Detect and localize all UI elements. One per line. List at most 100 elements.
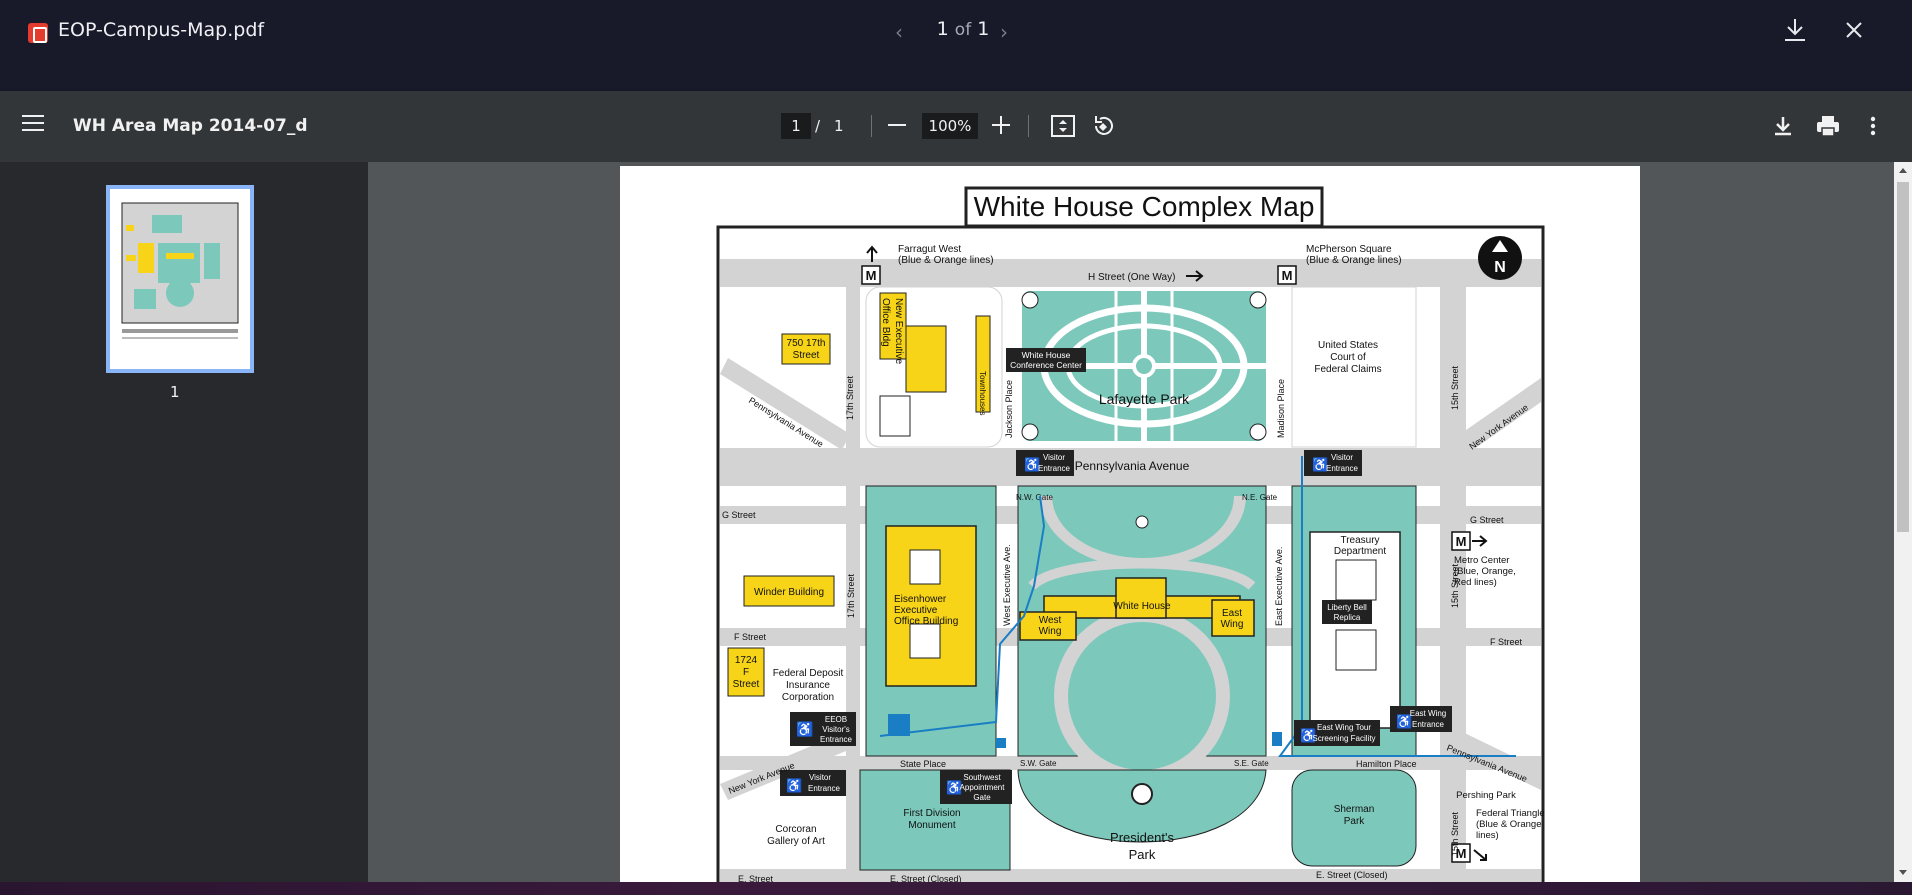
page-total: 1 [977,18,990,40]
whcc-label-b: Conference Center [1010,360,1082,370]
fit-page-icon[interactable] [1050,113,1076,139]
download-icon[interactable] [1770,113,1796,139]
se-gate-label: S.E. Gate [1234,759,1269,768]
west-wing-label-a: West [1039,615,1062,626]
winder-label: Winder Building [754,587,824,598]
st750-label-b: Street [793,350,820,361]
fdic-label-b: Insurance [786,680,830,691]
print-icon[interactable] [1815,113,1841,139]
court-label-a: United States [1318,340,1378,351]
fifteenth-label: 15th Street [1450,365,1460,410]
metro-m-label: M [1456,534,1467,549]
wheelchair-icon: ♿ [796,721,813,738]
white-house-label: White House [1113,601,1171,612]
download-icon[interactable] [1782,16,1808,44]
east-wing-label-b: Wing [1221,619,1244,630]
west-exec-label: West Executive Ave. [1002,544,1012,626]
fdic-label-c: Corporation [782,692,834,703]
page-indicator: 1 of 1 [888,18,1038,40]
scroll-up-icon[interactable] [1899,168,1907,173]
whcc-label-a: White House [1022,350,1071,360]
liberty-label-b: Replica [1334,613,1361,622]
seventeenth-label-2: 17th Street [846,573,856,618]
f-street-label: F Street [734,632,767,642]
file-name: EOP-Campus-Map.pdf [58,19,265,41]
map-title: White House Complex Map [974,191,1315,222]
thumbnail-label: 1 [170,383,180,401]
scroll-down-icon[interactable] [1899,870,1907,875]
court-label-b: Court of [1330,352,1366,363]
sw-appt-label-b: Appointment [960,783,1006,792]
entrance-label: Entrance [1326,464,1359,473]
sherman-label-a: Sherman [1334,804,1375,815]
first-div-label-b: Monument [908,820,955,831]
more-vert-icon[interactable] [1860,113,1886,139]
lafayette-park-label: Lafayette Park [1099,391,1190,407]
court-label-c: Federal Claims [1314,364,1381,375]
townhouses-label: Townhouses [978,371,987,415]
pdf-page: White House Complex Map Lafayette Park N… [620,166,1640,882]
east-wing-label-a: East [1222,608,1242,619]
eeob-label-b: Executive [894,605,938,616]
pershing-label: Pershing Park [1456,790,1516,801]
st750-label-a: 750 17th [787,338,826,349]
fifteenth-label-3: 15th Street [1450,811,1460,856]
g-street-label: G Street [722,510,756,520]
metro-center-label-c: Red lines) [1454,577,1497,588]
visitor-label: Visitor [1043,453,1065,462]
e-closed-label: E. Street (Closed) [890,874,962,882]
corcoran-label-a: Corcoran [775,824,816,835]
g-street-right-label: G Street [1470,515,1504,525]
madison-label: Madison Place [1276,379,1286,438]
scrollbar-thumb[interactable] [1897,182,1909,532]
pdf-toolbar: WH Area Map 2014-07_d 1 / 1 100% [0,91,1912,162]
page-separator: / [815,117,821,135]
page-count: 1 [834,117,844,135]
first-div-label-a: First Division [903,808,960,819]
wheelchair-icon: ♿ [786,778,802,793]
sw-gate-label: S.W. Gate [1020,759,1057,768]
metro-center-label-b: (Blue, Orange, [1454,566,1516,577]
ne-gate-label: N.E. Gate [1242,493,1278,502]
toolbar-divider [871,115,872,137]
seventeenth-label: 17th Street [845,375,855,420]
pdf-icon [28,23,48,43]
e-street-label: E. Street [738,874,774,882]
neob-label-a: New Executive [893,298,904,365]
page-number-input[interactable]: 1 [781,113,811,139]
h-street-label: H Street (One Way) [1088,272,1175,283]
sherman-label-b: Park [1344,816,1366,827]
ew-entrance-label-a: East Wing [1410,709,1446,718]
visitor-label: Visitor [1331,453,1353,462]
metro-center-label-a: Metro Center [1454,555,1509,566]
ew-tour-label-b: Screening Facility [1312,734,1375,743]
rotate-icon[interactable] [1090,113,1116,139]
jackson-label: Jackson Place [1004,380,1014,438]
treasury-label-b: Department [1334,546,1386,557]
campus-map: White House Complex Map Lafayette Park N… [716,186,1545,882]
mcpherson-label: McPherson Square [1306,244,1392,255]
menu-icon[interactable] [22,115,44,133]
zoom-out-icon[interactable] [888,124,906,126]
chevron-right-icon[interactable]: › [1000,20,1008,44]
vertical-scrollbar[interactable] [1894,162,1912,882]
farragut-label: Farragut West [898,244,961,255]
fed-tri-label-a: Federal Triangle [1476,808,1545,819]
north-label: N [1494,259,1506,276]
state-place-label: State Place [900,759,946,769]
west-wing-label-b: Wing [1039,626,1062,637]
ew-entrance-label-b: Entrance [1412,720,1445,729]
page-thumbnail[interactable] [106,185,254,373]
farragut-lines-label: (Blue & Orange lines) [898,255,994,266]
zoom-level-input[interactable]: 100% [922,113,978,139]
eeob-label-c: Office Building [894,616,958,627]
zoom-in-icon[interactable] [992,115,1012,135]
fdic-label-a: Federal Deposit [773,668,844,679]
fed-tri-label-b: (Blue & Orange [1476,819,1541,830]
sw-appt-label-c: Gate [973,793,991,802]
f1724-label-c: Street [733,679,760,690]
f-street-right-label: F Street [1490,637,1523,647]
treasury-label-a: Treasury [1340,535,1379,546]
hamilton-label: Hamilton Place [1356,759,1417,769]
close-icon[interactable] [1840,16,1868,44]
